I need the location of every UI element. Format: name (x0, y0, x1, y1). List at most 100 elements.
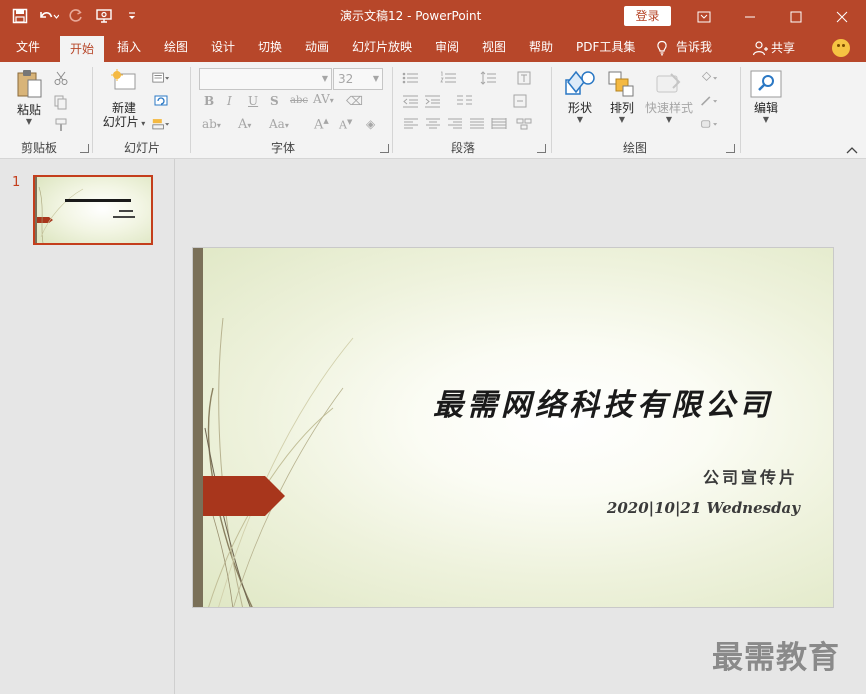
decrease-font-size-icon[interactable]: A▼ (339, 118, 352, 132)
shadow-icon[interactable]: S (270, 94, 279, 108)
quick-styles-dropdown-icon[interactable]: ▼ (666, 115, 672, 124)
maximize-icon[interactable] (773, 0, 819, 33)
slide-title[interactable]: 最需网络科技有限公司 (313, 380, 773, 424)
increase-indent-icon[interactable] (424, 93, 442, 109)
paste-button[interactable]: 粘贴 ▼ (12, 68, 46, 126)
tab-animations[interactable]: 动画 (305, 33, 329, 62)
minimize-icon[interactable] (727, 0, 773, 33)
share-button[interactable]: 共享 (752, 33, 795, 62)
login-button[interactable]: 登录 (624, 6, 671, 26)
shape-fill-icon[interactable] (700, 70, 718, 86)
format-painter-icon[interactable] (52, 117, 70, 133)
convert-to-smartart-icon[interactable] (516, 116, 534, 132)
shapes-label: 形状 (567, 101, 592, 115)
quick-styles-icon (656, 73, 681, 93)
cut-icon[interactable] (52, 70, 70, 86)
new-slide-dropdown-icon[interactable]: ▾ (139, 119, 145, 128)
font-launcher-icon[interactable] (380, 144, 389, 153)
tab-pdf-tools[interactable]: PDF工具集 (576, 33, 635, 62)
line-spacing-icon[interactable] (480, 70, 498, 86)
increase-font-size-icon[interactable]: A▲ (314, 117, 329, 132)
tell-me-box[interactable]: 告诉我 (656, 33, 712, 62)
shape-outline-icon[interactable] (700, 93, 718, 109)
group-separator (740, 67, 741, 153)
slide-left-bar (193, 248, 203, 607)
font-size-select[interactable]: 32 ▼ (333, 68, 383, 90)
group-label-paragraph: 段落 (450, 141, 475, 155)
italic-icon[interactable]: I (227, 94, 232, 108)
font-name-select[interactable]: ▼ (199, 68, 332, 90)
eraser-icon[interactable]: ◈ (366, 117, 375, 131)
editing-button[interactable]: 编辑 ▼ (748, 70, 784, 124)
numbering-icon[interactable] (440, 70, 458, 86)
align-right-icon[interactable] (446, 116, 464, 132)
new-slide-label-line1: 新建 (111, 101, 136, 115)
bold-icon[interactable]: B (204, 94, 214, 108)
paragraph-launcher-icon[interactable] (537, 144, 546, 153)
drawing-launcher-icon[interactable] (726, 144, 735, 153)
clipboard-launcher-icon[interactable] (80, 144, 89, 153)
align-text-icon[interactable] (512, 93, 530, 109)
share-label: 共享 (771, 41, 796, 55)
columns-icon[interactable] (456, 93, 474, 109)
slide-thumbnail[interactable] (33, 175, 153, 245)
collapse-ribbon-icon[interactable] (846, 146, 858, 157)
start-from-beginning-icon[interactable] (92, 5, 116, 27)
editing-dropdown-icon[interactable]: ▼ (763, 115, 769, 124)
redo-icon[interactable] (64, 5, 88, 27)
slide-canvas[interactable]: 最需网络科技有限公司 公司宣传片 2020|10|21 Wednesday (192, 247, 834, 608)
tab-transitions[interactable]: 切换 (258, 33, 282, 62)
character-spacing-icon[interactable]: AV▾ (313, 92, 334, 106)
section-icon[interactable] (152, 116, 170, 132)
decrease-indent-icon[interactable] (402, 93, 420, 109)
tab-insert[interactable]: 插入 (117, 33, 141, 62)
justify-icon[interactable] (468, 116, 486, 132)
text-highlight-icon[interactable]: ab▾ (202, 117, 221, 131)
slide-subtitle[interactable]: 公司宣传片 (553, 464, 798, 488)
font-color-icon[interactable]: A▾ (238, 117, 251, 132)
undo-icon[interactable] (36, 5, 60, 27)
distributed-icon[interactable] (490, 116, 508, 132)
shapes-dropdown-icon[interactable]: ▼ (577, 115, 583, 124)
ribbon-display-options-icon[interactable] (681, 0, 727, 33)
strikethrough-icon[interactable]: abc (290, 95, 308, 106)
align-center-icon[interactable] (424, 116, 442, 132)
quick-styles-button[interactable]: 快速样式 ▼ (644, 70, 694, 124)
align-left-icon[interactable] (402, 116, 420, 132)
tab-design[interactable]: 设计 (211, 33, 235, 62)
save-icon[interactable] (8, 5, 32, 27)
feedback-smiley-icon[interactable] (832, 39, 850, 57)
group-label-font: 字体 (270, 141, 295, 155)
new-slide-button[interactable]: 新建 幻灯片 ▾ (100, 68, 148, 129)
tab-home[interactable]: 开始 (60, 36, 105, 62)
layout-icon[interactable] (152, 70, 170, 86)
tell-me-label: 告诉我 (676, 40, 713, 54)
bullets-icon[interactable] (402, 70, 420, 86)
arrange-button[interactable]: 排列 ▼ (606, 70, 638, 124)
arrange-label: 排列 (609, 101, 634, 115)
tab-view[interactable]: 视图 (482, 33, 506, 62)
shape-effects-icon[interactable] (700, 116, 718, 132)
clear-formatting-icon[interactable]: ⌫ (346, 94, 363, 108)
tab-draw[interactable]: 绘图 (164, 33, 188, 62)
slide-date[interactable]: 2020|10|21 Wednesday (553, 499, 800, 517)
arrange-dropdown-icon[interactable]: ▼ (619, 115, 625, 124)
copy-icon[interactable] (52, 94, 70, 110)
change-case-icon[interactable]: Aa▾ (269, 117, 289, 131)
text-direction-icon[interactable] (516, 70, 534, 86)
tab-file[interactable]: 文件 (16, 33, 40, 62)
reset-slide-icon[interactable] (152, 93, 170, 109)
watermark: 最需教育 (712, 640, 840, 676)
paste-dropdown-icon[interactable]: ▼ (26, 117, 32, 126)
shapes-icon (565, 70, 595, 95)
shapes-button[interactable]: 形状 ▼ (562, 70, 598, 124)
chevron-down-icon: ▼ (372, 74, 379, 83)
slide-thumbnail-panel: 1 (0, 159, 175, 694)
search-icon (750, 70, 782, 98)
tab-slide-show[interactable]: 幻灯片放映 (352, 33, 412, 62)
underline-icon[interactable]: U (248, 94, 258, 108)
customize-qat-icon[interactable] (120, 5, 144, 27)
close-icon[interactable] (819, 0, 865, 33)
tab-help[interactable]: 帮助 (529, 33, 553, 62)
tab-review[interactable]: 审阅 (435, 33, 459, 62)
